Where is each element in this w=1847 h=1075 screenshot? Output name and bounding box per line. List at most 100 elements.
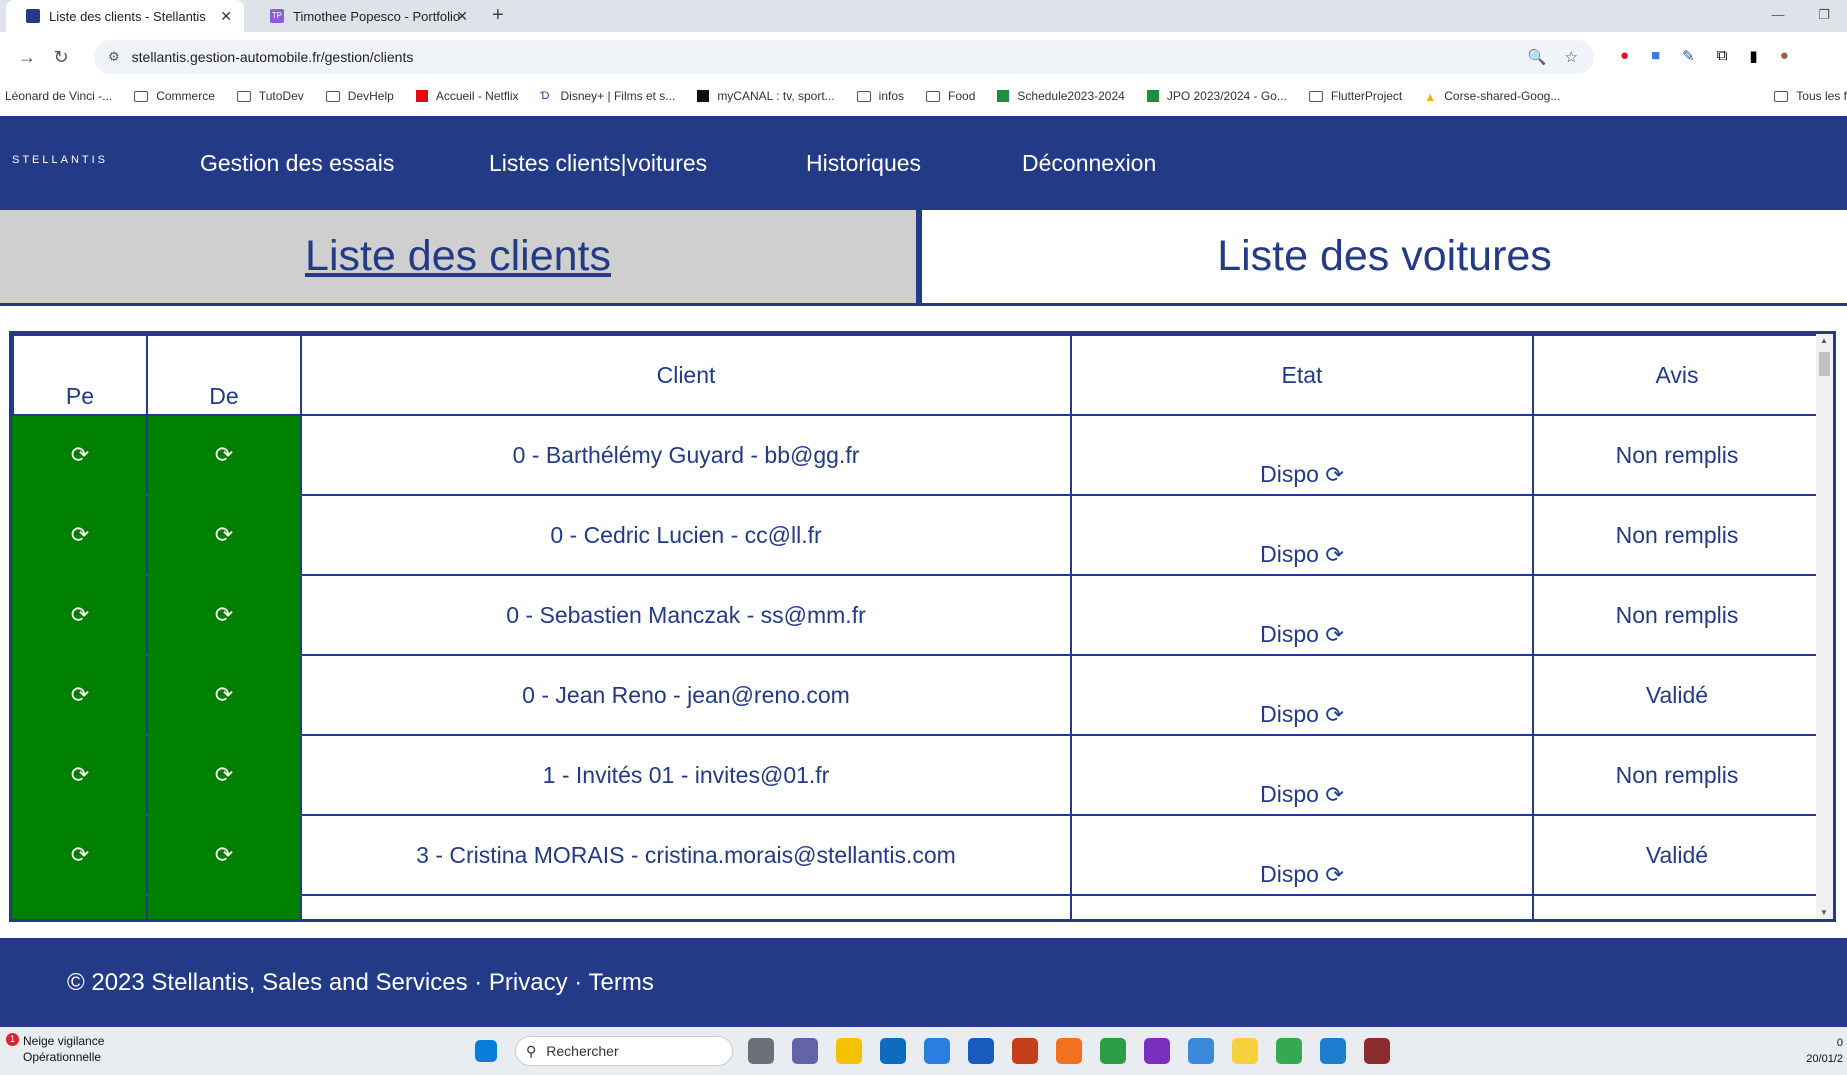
refresh-icon[interactable]: ⟳ — [215, 842, 233, 867]
powerpoint-icon[interactable] — [1012, 1038, 1038, 1064]
file-explorer-icon[interactable] — [836, 1038, 862, 1064]
pe-cell[interactable]: ⟳ — [12, 734, 148, 816]
pe-cell[interactable]: ⟳ — [12, 654, 148, 736]
de-cell[interactable] — [146, 894, 302, 919]
bookmark-item[interactable]: Schedule2023-2024 — [997, 89, 1125, 103]
tab-active[interactable]: Liste des clients - Stellantis ✕ — [6, 0, 244, 32]
pe-cell[interactable]: ⟳ — [12, 814, 148, 896]
refresh-icon[interactable]: ⟳ — [215, 522, 233, 547]
scroll-thumb[interactable] — [1819, 352, 1830, 376]
footer-privacy-link[interactable]: Privacy — [489, 969, 568, 996]
de-cell[interactable]: ⟳ — [146, 734, 302, 816]
tab-liste-clients[interactable]: Liste des clients — [0, 210, 922, 306]
de-cell[interactable]: ⟳ — [146, 494, 302, 576]
nav-link-gestion-essais[interactable]: Gestion des essais — [200, 150, 394, 177]
refresh-icon[interactable]: ⟳ — [71, 842, 89, 867]
bookmark-folder[interactable]: Food — [926, 89, 975, 103]
refresh-icon[interactable]: ⟳ — [1325, 782, 1343, 807]
side-panel-icon[interactable]: ▮ — [1749, 47, 1757, 65]
refresh-icon[interactable]: ⟳ — [71, 682, 89, 707]
windows-start-icon[interactable] — [475, 1040, 497, 1062]
store-icon[interactable] — [924, 1038, 950, 1064]
refresh-icon[interactable]: ⟳ — [1325, 862, 1343, 887]
task-view-icon[interactable] — [748, 1038, 774, 1064]
de-cell[interactable]: ⟳ — [146, 414, 302, 496]
refresh-icon[interactable]: ⟳ — [1325, 542, 1343, 567]
bookmark-folder[interactable]: TutoDev — [236, 89, 304, 103]
zoom-icon[interactable]: 🔍 — [1528, 48, 1547, 66]
nav-link-deconnexion[interactable]: Déconnexion — [1022, 150, 1156, 177]
refresh-icon[interactable]: ⟳ — [215, 602, 233, 627]
bookmark-item[interactable]: myCANAL : tv, sport... — [697, 89, 835, 103]
pe-cell[interactable]: ⟳ — [12, 574, 148, 656]
profile-avatar-icon[interactable]: ● — [1780, 47, 1789, 65]
outlook-icon[interactable] — [880, 1038, 906, 1064]
tab-portfolio[interactable]: TP Timothee Popesco - Portfolio ✕ — [250, 0, 480, 32]
refresh-icon[interactable]: ⟳ — [1325, 702, 1343, 727]
table-scrollbar[interactable]: ▲ ▼ — [1816, 334, 1833, 919]
reload-icon[interactable]: ↻ — [44, 47, 78, 68]
crunchyroll-icon[interactable] — [1056, 1038, 1082, 1064]
footer-terms-link[interactable]: Terms — [589, 969, 654, 996]
pe-cell[interactable] — [12, 894, 148, 919]
close-tab-icon[interactable]: ✕ — [456, 8, 468, 25]
todo-icon[interactable] — [1188, 1038, 1214, 1064]
refresh-icon[interactable]: ⟳ — [1325, 622, 1343, 647]
de-cell[interactable]: ⟳ — [146, 814, 302, 896]
bookmark-item[interactable]: JPO 2023/2024 - Go... — [1146, 89, 1287, 103]
refresh-icon[interactable]: ⟳ — [71, 442, 89, 467]
etat-label: Dispo — [1260, 541, 1319, 567]
pe-cell[interactable]: ⟳ — [12, 494, 148, 576]
bookmark-item[interactable]: Accueil - Netflix — [415, 89, 519, 103]
nav-link-listes[interactable]: Listes clients|voitures — [489, 150, 707, 177]
bookmark-folder[interactable]: Commerce — [134, 89, 215, 103]
bookmark-folder[interactable]: FlutterProject — [1308, 89, 1402, 103]
refresh-icon[interactable]: ⟳ — [215, 762, 233, 787]
opera-icon[interactable]: ● — [1620, 47, 1629, 65]
translate-icon[interactable]: ■ — [1651, 47, 1660, 65]
address-bar[interactable]: ⚙ stellantis.gestion-automobile.fr/gesti… — [94, 40, 1594, 74]
close-tab-icon[interactable]: ✕ — [220, 8, 232, 25]
chrome-profile-icon[interactable] — [1276, 1038, 1302, 1064]
scroll-down-icon[interactable]: ▼ — [1820, 908, 1828, 917]
bookmark-item[interactable]: ▲ Corse-shared-Goog... — [1424, 89, 1560, 104]
chrome-icon[interactable] — [1100, 1038, 1126, 1064]
bookmark-folder[interactable]: DevHelp — [325, 89, 394, 103]
tab-liste-voitures[interactable]: Liste des voitures — [922, 210, 1847, 306]
scroll-up-icon[interactable]: ▲ — [1820, 336, 1828, 345]
etat-cell: Dispo ⟳ — [1070, 734, 1534, 816]
minimize-icon[interactable]: — — [1755, 0, 1801, 32]
taskbar-clock[interactable]: 0 20/01/2 — [1806, 1035, 1843, 1067]
etat-label: Dispo — [1260, 701, 1319, 727]
refresh-icon[interactable]: ⟳ — [215, 442, 233, 467]
app-heart-icon[interactable] — [1144, 1038, 1170, 1064]
de-cell[interactable]: ⟳ — [146, 574, 302, 656]
de-cell[interactable]: ⟳ — [146, 654, 302, 736]
pen-icon[interactable]: ✎ — [1682, 47, 1695, 65]
new-tab-button[interactable]: + — [492, 4, 504, 27]
taskbar-search[interactable]: ⚲ Rechercher — [515, 1036, 733, 1066]
bookmark-item[interactable]: Léonard de Vinci -... — [5, 89, 112, 103]
sticky-notes-icon[interactable] — [1232, 1038, 1258, 1064]
word-icon[interactable] — [968, 1038, 994, 1064]
refresh-icon[interactable]: ⟳ — [71, 602, 89, 627]
app-red-icon[interactable] — [1364, 1038, 1390, 1064]
pe-cell[interactable]: ⟳ — [12, 414, 148, 496]
bookmark-item[interactable]: Ɗ Disney+ | Films et s... — [541, 89, 676, 103]
weather-widget[interactable]: 1 Neige vigilance Opérationnelle — [6, 1033, 104, 1065]
bookmark-star-icon[interactable]: ☆ — [1565, 48, 1578, 66]
vscode-icon[interactable] — [1320, 1038, 1346, 1064]
all-bookmarks[interactable]: Tous les f — [1766, 82, 1847, 110]
nav-link-historiques[interactable]: Historiques — [806, 150, 921, 177]
refresh-icon[interactable]: ⟳ — [215, 682, 233, 707]
site-info-icon[interactable]: ⚙ — [108, 49, 120, 65]
teams-icon[interactable] — [792, 1038, 818, 1064]
refresh-icon[interactable]: ⟳ — [71, 522, 89, 547]
bookmark-folder[interactable]: infos — [856, 89, 904, 103]
refresh-icon[interactable]: ⟳ — [1325, 462, 1343, 487]
stellantis-logo[interactable]: STELLANTIS — [12, 154, 108, 166]
refresh-icon[interactable]: ⟳ — [71, 762, 89, 787]
extensions-icon[interactable]: ⧉ — [1717, 47, 1728, 65]
forward-icon[interactable]: → — [10, 47, 44, 68]
maximize-icon[interactable]: ❐ — [1801, 0, 1847, 32]
